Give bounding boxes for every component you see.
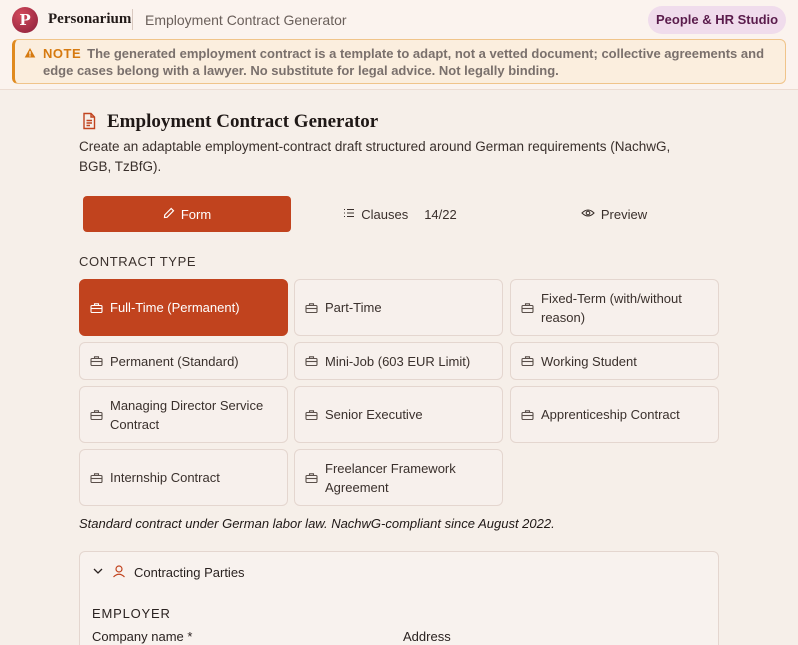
briefcase-icon <box>521 409 535 421</box>
company-name-label: Company name * <box>92 629 193 644</box>
brand-logo[interactable]: P <box>12 7 38 33</box>
tab-label: Clauses <box>361 206 409 222</box>
tab-clauses[interactable]: Clauses 14/22 <box>295 196 505 232</box>
person-icon <box>112 564 126 581</box>
contract-type-option-label: Part-Time <box>325 300 382 315</box>
clause-count: 14/22 <box>424 206 457 222</box>
tab-label: Preview <box>600 206 648 222</box>
contract-type-option[interactable]: Fixed-Term (with/without reason) <box>510 279 719 336</box>
briefcase-icon <box>521 302 535 314</box>
legal-note-banner: NOTE The generated employment contract is… <box>12 39 786 84</box>
note-label: NOTE <box>43 46 82 61</box>
contract-type-option-label: Mini-Job (603 EUR Limit) <box>325 353 471 369</box>
tab-form[interactable]: Form <box>83 196 291 232</box>
contract-type-option[interactable]: Full-Time (Permanent) <box>79 279 288 336</box>
list-icon <box>343 207 355 222</box>
contract-type-option[interactable]: Working Student <box>510 342 719 380</box>
address-label: Address <box>403 629 451 644</box>
briefcase-icon <box>305 355 319 367</box>
contract-type-option[interactable]: Apprenticeship Contract <box>510 386 719 443</box>
chevron-down-icon <box>92 565 104 580</box>
briefcase-icon <box>305 472 319 484</box>
contract-type-option-label: Fixed-Term (with/without reason) <box>541 290 682 325</box>
employer-label: EMPLOYER <box>92 606 171 621</box>
contract-type-option-label: Working Student <box>541 353 637 369</box>
contract-type-option-label: Senior Executive <box>325 407 423 422</box>
app-title: Employment Contract Generator <box>145 12 347 28</box>
briefcase-icon <box>90 302 104 314</box>
contract-type-option[interactable]: Internship Contract <box>79 449 288 506</box>
contract-type-option-label: Permanent (Standard) <box>110 353 239 369</box>
view-tabs: Form Clauses 14/22 Preview <box>79 196 719 232</box>
briefcase-icon <box>305 302 319 314</box>
note-text: The generated employment contract is a t… <box>43 46 765 78</box>
warning-icon <box>24 46 36 63</box>
contract-type-option[interactable]: Permanent (Standard) <box>79 342 288 380</box>
tab-label: Form <box>180 206 212 222</box>
studio-badge[interactable]: People & HR Studio <box>648 6 787 34</box>
briefcase-icon <box>305 409 319 421</box>
contract-type-option-label: Managing Director Service Contract <box>110 397 264 432</box>
briefcase-icon <box>521 355 535 367</box>
contract-type-option-label: Full-Time (Permanent) <box>110 300 240 315</box>
briefcase-icon <box>90 409 104 421</box>
contract-type-option[interactable]: Mini-Job (603 EUR Limit) <box>294 342 503 380</box>
eye-icon <box>581 207 595 222</box>
contract-type-option-label: Internship Contract <box>110 470 220 485</box>
briefcase-icon <box>90 472 104 484</box>
contract-type-label: CONTRACT TYPE <box>79 254 197 269</box>
contract-type-option-label: Freelancer Framework Agreement <box>325 460 456 495</box>
contract-type-option[interactable]: Senior Executive <box>294 386 503 443</box>
briefcase-icon <box>90 355 104 367</box>
document-icon <box>80 112 98 135</box>
brand-name[interactable]: Personarium <box>48 11 131 28</box>
page-description: Create an adaptable employment-contract … <box>79 139 671 174</box>
contract-type-option[interactable]: Managing Director Service Contract <box>79 386 288 443</box>
contract-type-option[interactable]: Part-Time <box>294 279 503 336</box>
contract-type-description: Standard contract under German labor law… <box>79 516 555 531</box>
contract-type-option-label: Apprenticeship Contract <box>541 407 680 422</box>
top-bar: P Personarium Employment Contract Genera… <box>0 0 798 90</box>
tab-preview[interactable]: Preview <box>509 196 719 232</box>
page-title: Employment Contract Generator <box>107 111 379 132</box>
pencil-icon <box>163 207 175 222</box>
contracting-parties-panel: Contracting Parties EMPLOYER Company nam… <box>79 551 719 645</box>
contracting-parties-title: Contracting Parties <box>134 565 245 580</box>
contracting-parties-header[interactable]: Contracting Parties <box>92 564 245 581</box>
header-divider <box>132 9 133 30</box>
contract-type-option[interactable]: Freelancer Framework Agreement <box>294 449 503 506</box>
